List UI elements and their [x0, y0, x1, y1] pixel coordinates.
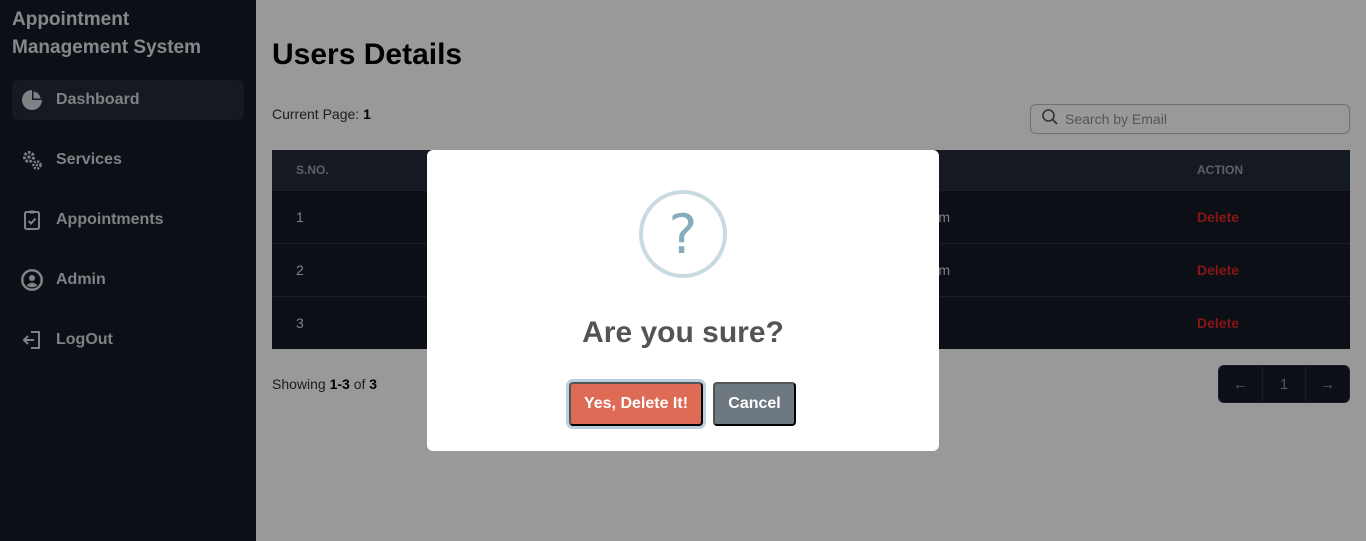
confirm-dialog: ? Are you sure? Yes, Delete It! Cancel: [427, 150, 939, 451]
cancel-button[interactable]: Cancel: [713, 382, 796, 426]
question-icon: ?: [639, 190, 727, 278]
question-glyph: ?: [668, 202, 698, 266]
dialog-title: Are you sure?: [582, 316, 784, 349]
confirm-delete-button[interactable]: Yes, Delete It!: [569, 382, 703, 426]
